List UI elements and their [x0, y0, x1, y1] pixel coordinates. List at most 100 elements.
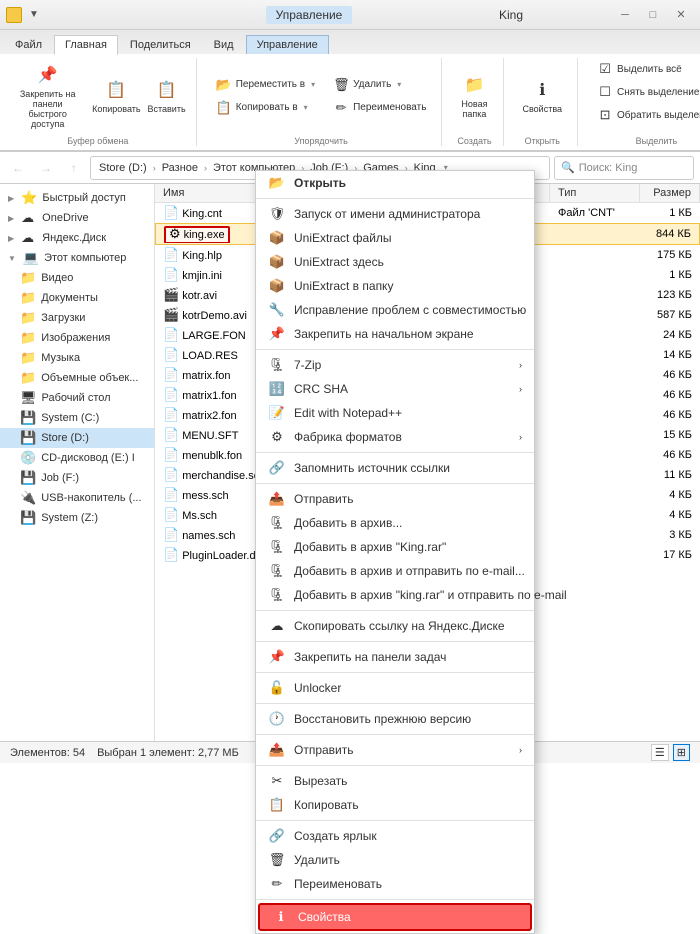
ctx-crcsha[interactable]: 🔢 CRC SHA ›: [256, 377, 534, 401]
maximize-btn[interactable]: □: [640, 5, 666, 25]
ctx-yadisk-icon: ☁: [268, 618, 286, 634]
ctx-add-email[interactable]: 🗜 Добавить в архив и отправить по e-mail…: [256, 559, 534, 583]
qa-btn-1[interactable]: ▼: [26, 7, 42, 23]
ctx-sep11: [256, 820, 534, 821]
paste-btn[interactable]: 📋 Вставить: [145, 73, 187, 119]
status-count: Элементов: 54: [10, 747, 85, 759]
sidebar-item-music[interactable]: 📁 Музыка: [0, 348, 154, 368]
tab-home[interactable]: Главная: [54, 35, 118, 55]
path-store[interactable]: Store (D:): [99, 162, 147, 174]
ctx-fabrika[interactable]: ⚙ Фабрика форматов ›: [256, 425, 534, 449]
sidebar-item-docs[interactable]: 📁 Документы: [0, 288, 154, 308]
rename-btn[interactable]: ✏ Переименовать: [326, 97, 433, 119]
organize-buttons: 📂 Переместить в ▾ 📋 Копировать в ▾ 🗑 Уда…: [209, 58, 434, 134]
sidebar-item-quickaccess[interactable]: ▶ ⭐ Быстрый доступ: [0, 188, 154, 208]
ctx-ren-icon: ✏: [268, 876, 286, 892]
ctx-compat[interactable]: 🔧 Исправление проблем с совместимостью: [256, 298, 534, 322]
ctx-pin-start[interactable]: 📌 Закрепить на начальном экране: [256, 322, 534, 346]
col-header-type[interactable]: Тип: [550, 184, 640, 202]
ctx-pin-icon: 📌: [268, 326, 286, 342]
ctx-open[interactable]: 📂 Открыть: [256, 171, 534, 195]
deselect-btn[interactable]: ☐ Снять выделение: [590, 81, 700, 103]
list-view-icon[interactable]: ☰: [651, 744, 669, 761]
copy-btn[interactable]: 📋 Копировать: [91, 73, 141, 119]
ctx-fab-arrow: ›: [519, 432, 522, 442]
select-all-btn[interactable]: ☑ Выделить всё: [590, 58, 700, 80]
view-icons: ☰ ⊞: [651, 744, 690, 761]
tab-file[interactable]: Файл: [4, 35, 53, 54]
sidebar-item-sysz[interactable]: 💾 System (Z:): [0, 508, 154, 528]
close-btn[interactable]: ✕: [668, 5, 694, 25]
ctx-send2[interactable]: 📤 Отправить ›: [256, 738, 534, 762]
delete-btn[interactable]: 🗑 Удалить ▾: [326, 74, 433, 96]
ctx-cut[interactable]: ✂ Вырезать: [256, 769, 534, 793]
app-tab-manage: Управление: [208, 8, 410, 22]
copy-to-btn[interactable]: 📋 Копировать в ▾: [209, 97, 322, 119]
select-col: ☑ Выделить всё ☐ Снять выделение ⊡ Обрат…: [590, 58, 700, 126]
ctx-add-king-email[interactable]: 🗜 Добавить в архив "king.rar" и отправит…: [256, 583, 534, 607]
ctx-send-icon: 📤: [268, 491, 286, 507]
ctx-admin[interactable]: 🛡 Запуск от имени администратора: [256, 202, 534, 226]
ctx-sep2: [256, 349, 534, 350]
sidebar-item-yandex[interactable]: ▶ ☁ Яндекс.Диск: [0, 228, 154, 248]
up-btn[interactable]: ↑: [62, 156, 86, 180]
properties-btn[interactable]: ℹ Свойства: [516, 73, 570, 119]
title-bar: ▼ Управление King ─ □ ✕: [0, 0, 700, 30]
sidebar-item-sysc[interactable]: 💾 System (C:): [0, 408, 154, 428]
ctx-delete[interactable]: 🗑 Удалить: [256, 848, 534, 872]
ctx-arch2-icon: 🗜: [268, 539, 286, 555]
pin-quick-access-btn[interactable]: 📌 Закрепить на панелибыстрого доступа: [8, 58, 87, 134]
path-raznoe[interactable]: Разное: [162, 162, 198, 174]
forward-btn[interactable]: →: [34, 156, 58, 180]
ctx-restore-version[interactable]: 🕐 Восстановить прежнюю версию: [256, 707, 534, 731]
sidebar-item-cde[interactable]: 💿 CD-дисковод (E:) I: [0, 448, 154, 468]
move-to-btn[interactable]: 📂 Переместить в ▾: [209, 74, 322, 96]
sidebar-item-downloads[interactable]: 📁 Загрузки: [0, 308, 154, 328]
ctx-add-archive[interactable]: 🗜 Добавить в архив...: [256, 511, 534, 535]
ctx-uniextract-here[interactable]: 📦 UniExtract здесь: [256, 250, 534, 274]
invert-selection-btn[interactable]: ⊡ Обратить выделение: [590, 104, 700, 126]
ctx-yandex-copy[interactable]: ☁ Скопировать ссылку на Яндекс.Диске: [256, 614, 534, 638]
search-icon: 🔍: [561, 161, 575, 174]
new-folder-btn[interactable]: 📁 Новаяпапка: [454, 68, 494, 124]
ctx-7zip[interactable]: 🗜 7-Zip ›: [256, 353, 534, 377]
back-btn[interactable]: ←: [6, 156, 30, 180]
ctx-crc-icon: 🔢: [268, 381, 286, 397]
minimize-btn[interactable]: ─: [612, 5, 638, 25]
sidebar-item-desktop[interactable]: 🖥 Рабочий стол: [0, 388, 154, 408]
ctx-rename[interactable]: ✏ Переименовать: [256, 872, 534, 896]
ctx-arch3-icon: 🗜: [268, 563, 286, 579]
ctx-arch4-icon: 🗜: [268, 587, 286, 603]
sidebar-item-stored[interactable]: 💾 Store (D:): [0, 428, 154, 448]
sidebar-item-video[interactable]: 📁 Видео: [0, 268, 154, 288]
tab-share[interactable]: Поделиться: [119, 35, 202, 54]
detail-view-icon[interactable]: ⊞: [673, 744, 690, 761]
ctx-remember-link[interactable]: 🔗 Запомнить источник ссылки: [256, 456, 534, 480]
sidebar-item-images[interactable]: 📁 Изображения: [0, 328, 154, 348]
search-box[interactable]: 🔍 Поиск: King: [554, 156, 694, 180]
ctx-npp-icon: 📝: [268, 405, 286, 421]
ctx-add-king-rar[interactable]: 🗜 Добавить в архив "King.rar": [256, 535, 534, 559]
sidebar-item-onedrive[interactable]: ▶ ☁ OneDrive: [0, 208, 154, 228]
sidebar-item-3d[interactable]: 📁 Объемные объек...: [0, 368, 154, 388]
sidebar-item-jobf[interactable]: 💾 Job (F:): [0, 468, 154, 488]
ctx-send2-arrow: ›: [519, 745, 522, 755]
tab-view[interactable]: Вид: [203, 35, 245, 54]
ribbon-group-open: ℹ Свойства Открыть: [516, 58, 579, 146]
ctx-unlocker[interactable]: 🔓 Unlocker: [256, 676, 534, 700]
tab-manage[interactable]: Управление: [246, 35, 329, 54]
ctx-copy[interactable]: 📋 Копировать: [256, 793, 534, 817]
ctx-create-shortcut[interactable]: 🔗 Создать ярлык: [256, 824, 534, 848]
sidebar-item-usb[interactable]: 🔌 USB-накопитель (...: [0, 488, 154, 508]
sidebar-item-computer[interactable]: ▼ 💻 Этот компьютер: [0, 248, 154, 268]
ctx-send[interactable]: 📤 Отправить: [256, 487, 534, 511]
ctx-pin-taskbar[interactable]: 📌 Закрепить на панели задач: [256, 645, 534, 669]
ctx-uniextract-files[interactable]: 📦 UniExtract файлы: [256, 226, 534, 250]
ctx-link-icon: 🔗: [268, 460, 286, 476]
ctx-properties[interactable]: ℹ Свойства: [258, 903, 532, 931]
col-header-size[interactable]: Размер: [640, 184, 700, 202]
ribbon-group-select: ☑ Выделить всё ☐ Снять выделение ⊡ Обрат…: [590, 58, 700, 146]
ctx-uniextract-folder[interactable]: 📦 UniExtract в папку: [256, 274, 534, 298]
ctx-notepadpp[interactable]: 📝 Edit with Notepad++: [256, 401, 534, 425]
ctx-sep7: [256, 672, 534, 673]
